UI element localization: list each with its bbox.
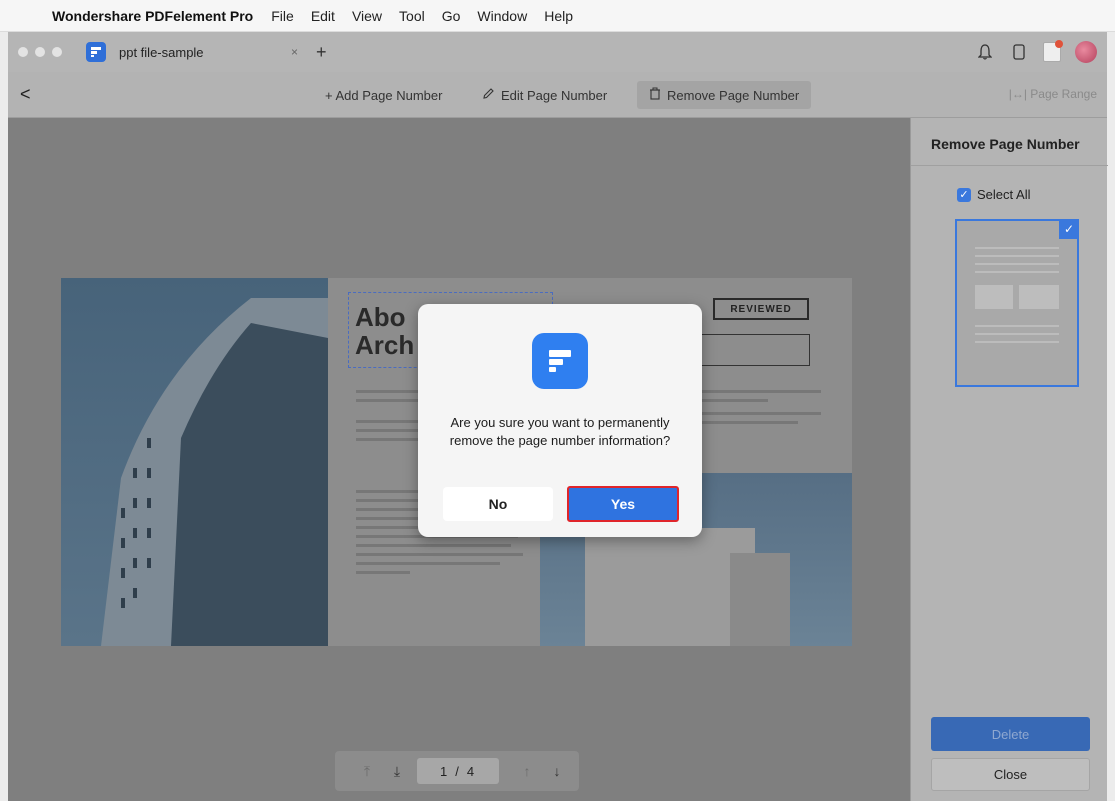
window-controls	[18, 47, 62, 57]
tab-close-icon[interactable]: ×	[291, 45, 298, 59]
building-photo-left	[61, 278, 328, 646]
thumbnail-check-icon: ✓	[1059, 219, 1079, 239]
select-all-label: Select All	[977, 187, 1031, 202]
menu-tool[interactable]: Tool	[399, 8, 425, 24]
remove-page-number-button[interactable]: Remove Page Number	[637, 81, 812, 109]
info-box	[698, 334, 810, 366]
confirm-remove-dialog: Are you sure you want to permanently rem…	[418, 304, 702, 537]
building-tower	[730, 553, 790, 646]
avatar[interactable]	[1075, 41, 1097, 63]
menu-help[interactable]: Help	[544, 8, 573, 24]
no-button[interactable]: No	[443, 487, 553, 521]
yes-button[interactable]: Yes	[567, 486, 679, 522]
page-separator: /	[455, 763, 461, 779]
bell-icon[interactable]	[975, 42, 995, 62]
close-button[interactable]: Close	[931, 758, 1090, 791]
edit-page-number-button[interactable]: Edit Page Number	[470, 81, 619, 109]
menu-window[interactable]: Window	[477, 8, 527, 24]
new-tab-button[interactable]: +	[316, 42, 327, 63]
add-page-number-button[interactable]: + Add Page Number	[313, 81, 454, 109]
menu-go[interactable]: Go	[442, 8, 461, 24]
heading-line-1: Abo	[355, 302, 406, 332]
current-page: 1	[439, 763, 450, 779]
back-button[interactable]: <	[20, 84, 31, 105]
menu-file[interactable]: File	[271, 8, 294, 24]
first-page-icon[interactable]: ⤒	[357, 763, 377, 780]
pdfelement-logo-icon	[532, 333, 588, 389]
next-page-icon[interactable]: ↓	[547, 763, 567, 779]
edit-page-number-label: Edit Page Number	[501, 87, 608, 103]
total-pages: 4	[466, 763, 477, 779]
panel-divider	[911, 165, 1108, 166]
delete-button[interactable]: Delete	[931, 717, 1090, 751]
window-frame-left	[0, 32, 8, 801]
heading-line-2: Arch	[355, 330, 415, 360]
zoom-window-button[interactable]	[52, 47, 62, 57]
page-navigation: ⤒ ⤓ 1 / 4 ↑ ↓	[335, 751, 579, 791]
remove-page-number-label: Remove Page Number	[667, 87, 800, 103]
tab-bar: ppt file-sample × +	[8, 32, 1107, 72]
page-thumbnail[interactable]: ✓	[955, 219, 1079, 387]
menu-bar: Wondershare PDFelement Pro File Edit Vie…	[0, 0, 1115, 32]
trash-icon	[649, 87, 661, 103]
menu-edit[interactable]: Edit	[311, 8, 335, 24]
add-page-number-label: + Add Page Number	[325, 87, 443, 103]
page-range-button[interactable]: |↔| Page Range	[1009, 87, 1097, 101]
page-number-field[interactable]: 1 / 4	[417, 758, 499, 784]
close-window-button[interactable]	[18, 47, 28, 57]
tab-document[interactable]: ppt file-sample ×	[86, 32, 306, 72]
panel-title: Remove Page Number	[931, 136, 1080, 152]
notification-badge-icon[interactable]	[1043, 40, 1063, 62]
window-frame-right	[1107, 32, 1115, 801]
page-number-toolbar: < + Add Page Number Edit Page Number Rem…	[8, 72, 1107, 118]
download-icon[interactable]: ⤓	[387, 763, 407, 780]
app-name-menu[interactable]: Wondershare PDFelement Pro	[52, 8, 253, 24]
minimize-window-button[interactable]	[35, 47, 45, 57]
dialog-message: Are you sure you want to permanently rem…	[449, 415, 671, 448]
tab-title: ppt file-sample	[119, 44, 204, 60]
reviewed-stamp: REVIEWED	[713, 298, 809, 320]
remove-page-number-panel: Remove Page Number ✓ Select All ✓ Delete…	[910, 118, 1108, 801]
article-heading: Abo Arch	[355, 303, 414, 359]
menu-view[interactable]: View	[352, 8, 382, 24]
device-icon[interactable]	[1009, 42, 1029, 62]
checkbox-checked-icon: ✓	[957, 187, 971, 202]
tab-bar-right-icons	[975, 40, 1097, 63]
select-all-checkbox[interactable]: ✓ Select All	[957, 187, 1030, 202]
pencil-icon	[482, 87, 495, 103]
previous-page-icon[interactable]: ↑	[517, 763, 537, 779]
pdfelement-app-icon	[86, 42, 106, 62]
